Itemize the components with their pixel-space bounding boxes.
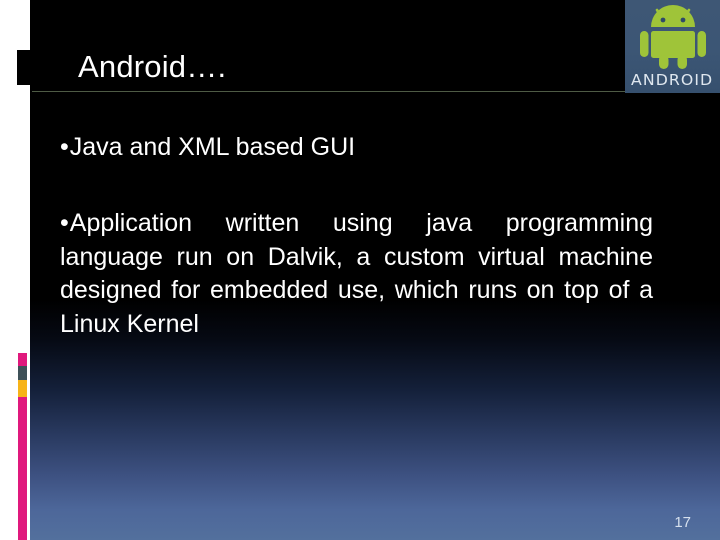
decorative-chip-slate: [18, 366, 27, 380]
slide-title: Android….: [78, 49, 227, 84]
android-wordmark-text: ANDROID: [631, 71, 714, 89]
bullet-2-text: Application written using java programmi…: [60, 209, 653, 338]
bullet-1-marker: •: [60, 133, 70, 161]
bullet-1-line: •Java and XML based GUI: [60, 130, 655, 164]
android-logo: ANDROID: [625, 0, 720, 93]
decorative-chip-pink: [18, 353, 27, 366]
decorative-black-block: [17, 50, 31, 85]
bullet-item-1: •Java and XML based GUI: [60, 130, 655, 164]
bullet-1-text: Java and XML based GUI: [69, 133, 356, 161]
android-wordmark: ANDROID: [625, 71, 720, 89]
bullet-item-2: •Application written using java programm…: [60, 207, 655, 341]
bullet-2-paragraph: •Application written using java programm…: [60, 207, 653, 341]
presentation-slide: Android…. ANDROID •Java and XML based GU…: [0, 0, 720, 540]
android-robot-icon: [639, 5, 706, 69]
bullet-2-marker: •: [60, 209, 70, 237]
slide-page-number: 17: [674, 514, 691, 531]
decorative-chip-yellow: [18, 380, 27, 397]
title-divider: [32, 91, 720, 92]
decorative-bar-magenta: [18, 397, 27, 540]
